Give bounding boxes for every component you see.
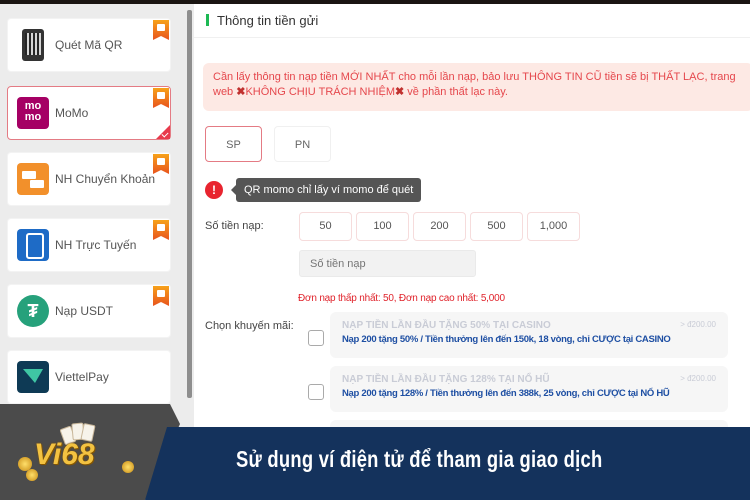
sidebar-item-label: MoMo — [55, 106, 89, 120]
sidebar-item-usdt[interactable]: ₮ Nạp USDT — [7, 284, 171, 338]
amount-option-1000[interactable]: 1,000 — [527, 212, 580, 241]
tab-sp[interactable]: SP — [205, 126, 262, 162]
promo-description: Nạp 200 tặng 50% / Tiền thưởng lên đến 1… — [342, 334, 671, 345]
recommended-badge-icon — [153, 286, 169, 306]
amount-input[interactable] — [299, 250, 476, 277]
alert-icon: ! — [205, 181, 223, 199]
sidebar-item-online-banking[interactable]: NH Trực Tuyến — [7, 218, 171, 272]
promo-description: Nạp 200 tặng 128% / Tiền thưởng lên đến … — [342, 388, 670, 399]
sidebar-item-label: NH Chuyển Khoản — [55, 172, 156, 186]
promo-min-amount: > đ200.00 — [680, 320, 716, 329]
online-banking-icon — [17, 229, 49, 261]
sidebar-item-label: ViettelPay — [55, 370, 109, 384]
banner-caption: Sử dụng ví điện tử để tham gia giao dịch — [236, 446, 603, 472]
sidebar-scrollbar[interactable] — [187, 10, 192, 398]
cross-icon: ✖ — [395, 86, 405, 98]
tether-icon: ₮ — [17, 295, 49, 327]
promo-min-amount: > đ200.00 — [680, 374, 716, 383]
deposit-panel: Thông tin tiền gửi Cần lấy thông tin nạp… — [194, 4, 750, 500]
sidebar-item-qr[interactable]: Quét Mã QR — [7, 18, 171, 72]
sidebar-item-momo[interactable]: mo mo MoMo — [7, 86, 171, 140]
brand-name: Vi68 — [34, 438, 95, 471]
notice-text: về phần thất lạc này. — [404, 86, 508, 98]
bank-transfer-icon — [17, 163, 49, 195]
promo-label: Chọn khuyến mãi: — [205, 320, 294, 332]
promo-option[interactable]: NẠP TIỀN LẦN ĐẦU TẶNG 128% TẠI NỔ HŨ > đ… — [330, 366, 728, 412]
promo-checkbox[interactable] — [308, 330, 324, 346]
promo-option[interactable]: NẠP TIỀN LẦN ĐẦU TẶNG 50% TẠI CASINO > đ… — [330, 312, 728, 358]
recommended-badge-icon — [153, 220, 169, 240]
amount-option-500[interactable]: 500 — [470, 212, 523, 241]
momo-logo: mo mo — [17, 97, 49, 129]
promo-title: NẠP TIỀN LẦN ĐẦU TẶNG 128% TẠI NỔ HŨ — [342, 374, 550, 385]
selected-check-icon — [156, 125, 170, 139]
sidebar-item-bank-transfer[interactable]: NH Chuyển Khoản — [7, 152, 171, 206]
qr-phone-icon — [17, 29, 49, 61]
recommended-badge-icon — [153, 88, 169, 108]
amount-label: Số tiền nạp: — [205, 220, 264, 232]
recommended-badge-icon — [153, 154, 169, 174]
title-marker — [206, 14, 209, 26]
amount-option-50[interactable]: 50 — [299, 212, 352, 241]
coin-icon — [122, 461, 134, 473]
sidebar-item-viettelpay[interactable]: ViettelPay — [7, 350, 171, 404]
amount-option-100[interactable]: 100 — [356, 212, 409, 241]
sidebar-item-label: Nạp USDT — [55, 304, 114, 318]
promo-title: NẠP TIỀN LẦN ĐẦU TẶNG 50% TẠI CASINO — [342, 320, 551, 331]
amount-option-200[interactable]: 200 — [413, 212, 466, 241]
info-tooltip: QR momo chỉ lấy ví momo để quét — [230, 178, 422, 202]
panel-header: Thông tin tiền gửi — [194, 4, 750, 38]
deposit-limits: Đơn nạp thấp nhất: 50, Đơn nạp cao nhất:… — [298, 293, 505, 304]
sidebar-item-label: NH Trực Tuyến — [55, 238, 137, 252]
tab-pn[interactable]: PN — [274, 126, 331, 162]
notice-emphasis: KHÔNG CHỊU TRÁCH NHIỆM — [245, 86, 395, 98]
warning-notice: Cần lấy thông tin nạp tiền MỚI NHẤT cho … — [203, 63, 750, 111]
recommended-badge-icon — [153, 20, 169, 40]
viettelpay-icon — [17, 361, 49, 393]
promo-checkbox[interactable] — [308, 384, 324, 400]
sidebar-item-label: Quét Mã QR — [55, 38, 123, 52]
page-title: Thông tin tiền gửi — [217, 13, 319, 28]
